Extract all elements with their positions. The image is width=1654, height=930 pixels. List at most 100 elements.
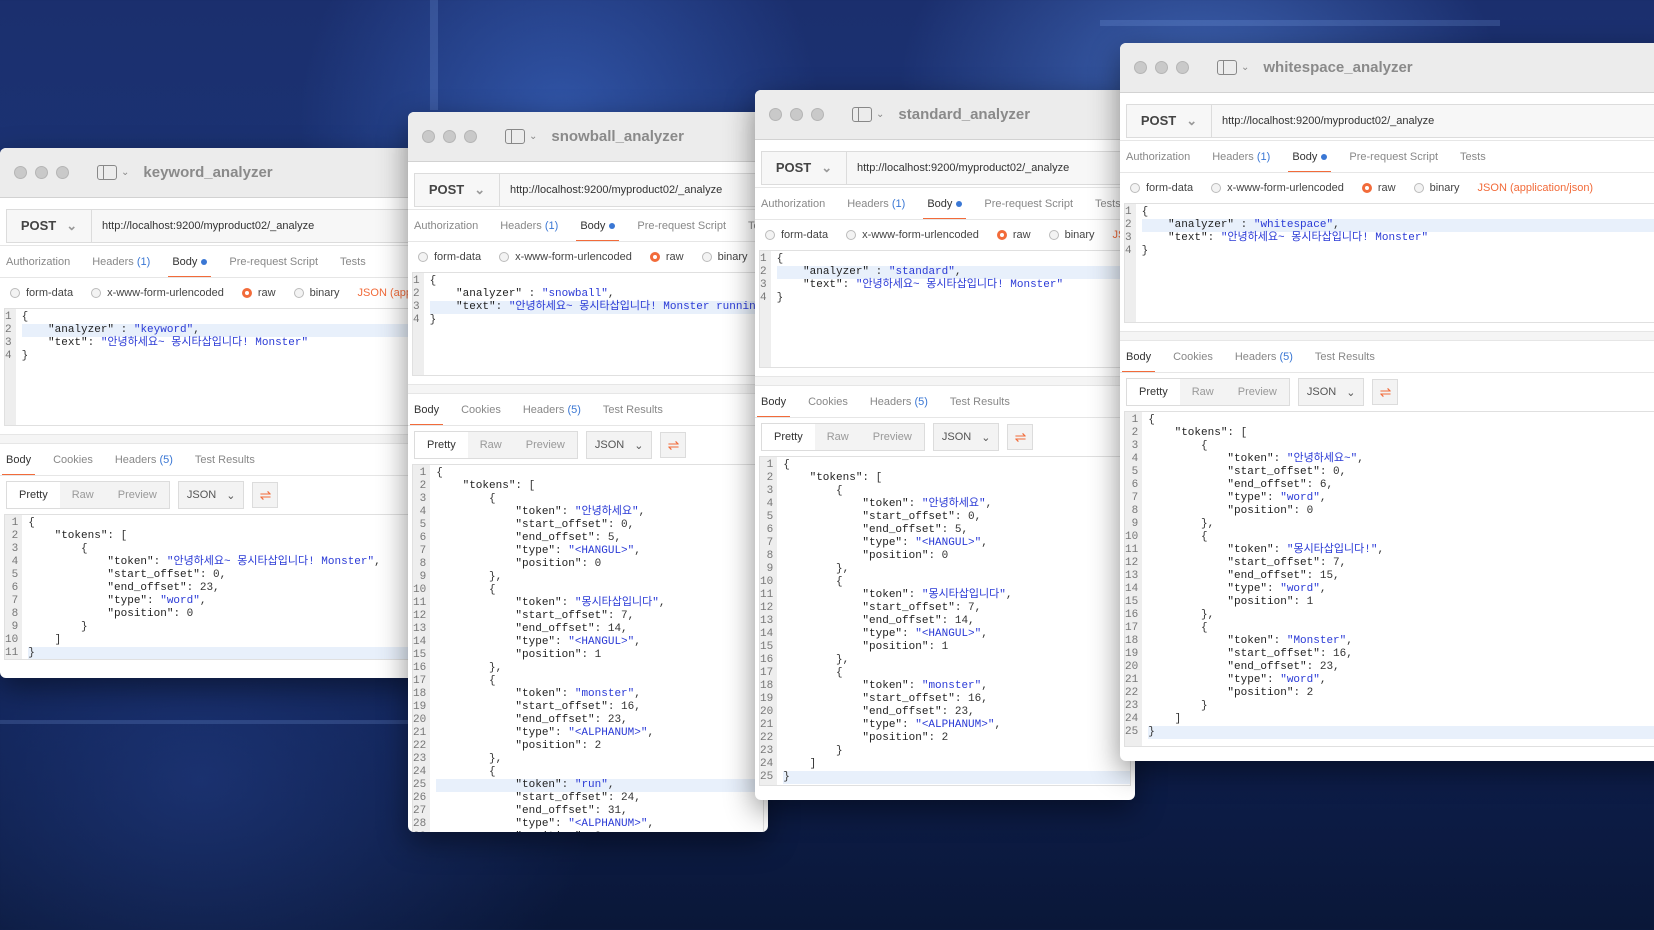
request-body-editor[interactable]: 1234 { "analyzer" : "whitespace", "text"… (1124, 203, 1654, 323)
tab-cookies[interactable]: Cookies (1173, 341, 1213, 372)
url-input[interactable]: http://localhost:9200/myproduct02/_analy… (500, 172, 762, 207)
response-body-viewer[interactable]: 1 2 3 4 5 6 7 8 9 10 11 { "tokens": [ { "token": "… (4, 514, 416, 660)
response-code[interactable]: { "tokens": [ { "token": "안녕하세요", "start… (777, 457, 1130, 785)
tab-body[interactable]: Body (576, 210, 620, 241)
radio-urlencoded[interactable]: x-www-form-urlencoded (1211, 182, 1344, 194)
view-pretty-button[interactable]: Pretty (7, 482, 60, 508)
tab-cookies[interactable]: Cookies (461, 394, 501, 425)
zoom-window-button[interactable] (464, 130, 477, 143)
pane-divider[interactable] (1120, 331, 1654, 341)
close-window-button[interactable] (1134, 61, 1147, 74)
response-code[interactable]: { "tokens": [ { "token": "안녕하세요", "start… (430, 465, 763, 832)
response-body-viewer[interactable]: 1 2 3 4 5 6 7 8 9 10 11 12 13 14 15 16 17 18 19 20 21 22 23 24 2… (759, 456, 1131, 786)
tab-headers[interactable]: Headers (1) (1212, 141, 1270, 172)
sidebar-toggle-icon[interactable] (852, 107, 872, 122)
view-preview-button[interactable]: Preview (106, 482, 169, 508)
pane-divider[interactable] (0, 434, 420, 444)
minimize-window-button[interactable] (1155, 61, 1168, 74)
method-select[interactable]: POST ⌄ (414, 172, 500, 207)
minimize-window-button[interactable] (790, 108, 803, 121)
sidebar-toggle-icon[interactable] (97, 165, 117, 180)
radio-form-data[interactable]: form-data (10, 287, 73, 299)
tab-authorization[interactable]: Authorization (414, 210, 478, 241)
tab-response-body[interactable]: Body (1, 444, 36, 475)
view-preview-button[interactable]: Preview (1226, 379, 1289, 405)
format-select[interactable]: JSON ⌄ (177, 481, 245, 509)
chevron-down-icon[interactable]: ⌄ (1241, 62, 1249, 73)
pane-divider[interactable] (755, 376, 1135, 386)
chevron-down-icon[interactable]: ⌄ (121, 167, 129, 178)
zoom-window-button[interactable] (1176, 61, 1189, 74)
format-select[interactable]: JSON ⌄ (1297, 378, 1365, 406)
view-preview-button[interactable]: Preview (514, 432, 577, 458)
tab-test-results[interactable]: Test Results (1315, 341, 1375, 372)
tab-body[interactable]: Body (168, 246, 212, 277)
tab-response-headers[interactable]: Headers (5) (870, 386, 928, 417)
request-code[interactable]: { "analyzer" : "standard", "text": "안녕하세… (771, 251, 1130, 367)
url-input[interactable]: http://localhost:9200/myproduct02/_analy… (847, 150, 1129, 185)
tab-response-body[interactable]: Body (1121, 341, 1156, 372)
method-select[interactable]: POST ⌄ (761, 150, 847, 185)
tab-authorization[interactable]: Authorization (1126, 141, 1190, 172)
tab-tests[interactable]: Tests (1095, 188, 1121, 219)
tab-pre-request-script[interactable]: Pre-request Script (984, 188, 1073, 219)
tab-pre-request-script[interactable]: Pre-request Script (637, 210, 726, 241)
radio-binary[interactable]: binary (1413, 182, 1460, 194)
view-raw-button[interactable]: Raw (60, 482, 106, 508)
response-body-viewer[interactable]: 1 2 3 4 5 6 7 8 9 10 11 12 13 14 15 16 17 18 19 20 21 22 23 24 2… (1124, 411, 1654, 747)
tab-pre-request-script[interactable]: Pre-request Script (229, 246, 318, 277)
request-body-editor[interactable]: 1234 { "analyzer" : "standard", "text": … (759, 250, 1131, 368)
chevron-down-icon[interactable]: ⌄ (529, 131, 537, 142)
tab-body[interactable]: Body (923, 188, 967, 219)
tab-pre-request-script[interactable]: Pre-request Script (1349, 141, 1438, 172)
wrap-lines-icon[interactable]: ⇌ (252, 482, 279, 508)
response-body-viewer[interactable]: 1 2 3 4 5 6 7 8 9 10 11 12 13 14 15 16 17 18 19 20 21 22 23 24 2… (412, 464, 764, 832)
tab-authorization[interactable]: Authorization (761, 188, 825, 219)
zoom-window-button[interactable] (811, 108, 824, 121)
zoom-window-button[interactable] (56, 166, 69, 179)
close-window-button[interactable] (422, 130, 435, 143)
content-type-select[interactable]: JSON (application/json) (1478, 182, 1594, 194)
url-input[interactable]: http://localhost:9200/myproduct02/_analy… (1212, 103, 1654, 138)
tab-tests[interactable]: Tests (1460, 141, 1486, 172)
tab-cookies[interactable]: Cookies (53, 444, 93, 475)
radio-raw[interactable]: raw (1361, 182, 1396, 194)
format-select[interactable]: JSON ⌄ (932, 423, 1000, 451)
close-window-button[interactable] (14, 166, 27, 179)
request-body-editor[interactable]: 1234 { "analyzer" : "keyword", "text": "… (4, 308, 416, 426)
tab-response-headers[interactable]: Headers (5) (115, 444, 173, 475)
tab-test-results[interactable]: Test Results (195, 444, 255, 475)
tab-cookies[interactable]: Cookies (808, 386, 848, 417)
sidebar-toggle-icon[interactable] (505, 129, 525, 144)
radio-binary[interactable]: binary (293, 287, 340, 299)
method-select[interactable]: POST ⌄ (6, 208, 92, 243)
radio-form-data[interactable]: form-data (1130, 182, 1193, 194)
tab-authorization[interactable]: Authorization (6, 246, 70, 277)
wrap-lines-icon[interactable]: ⇌ (660, 432, 687, 458)
tab-body[interactable]: Body (1288, 141, 1332, 172)
radio-binary[interactable]: binary (701, 251, 748, 263)
close-window-button[interactable] (769, 108, 782, 121)
radio-binary[interactable]: binary (1048, 229, 1095, 241)
view-pretty-button[interactable]: Pretty (1127, 379, 1180, 405)
view-pretty-button[interactable]: Pretty (415, 432, 468, 458)
response-code[interactable]: { "tokens": [ { "token": "안녕하세요~", "star… (1142, 412, 1654, 746)
radio-form-data[interactable]: form-data (418, 251, 481, 263)
request-code[interactable]: { "analyzer" : "whitespace", "text": "안녕… (1136, 204, 1654, 322)
request-body-editor[interactable]: 1234 { "analyzer" : "snowball", "text": … (412, 272, 764, 376)
response-code[interactable]: { "tokens": [ { "token": "안녕하세요~ 몽시타삽입니다… (22, 515, 415, 659)
radio-urlencoded[interactable]: x-www-form-urlencoded (846, 229, 979, 241)
url-input[interactable]: http://localhost:9200/myproduct02/_analy… (92, 208, 414, 243)
tab-response-body[interactable]: Body (756, 386, 791, 417)
view-raw-button[interactable]: Raw (1180, 379, 1226, 405)
view-raw-button[interactable]: Raw (815, 424, 861, 450)
radio-urlencoded[interactable]: x-www-form-urlencoded (499, 251, 632, 263)
tab-tests[interactable]: Tests (340, 246, 366, 277)
tab-test-results[interactable]: Test Results (603, 394, 663, 425)
chevron-down-icon[interactable]: ⌄ (876, 109, 884, 120)
request-code[interactable]: { "analyzer" : "snowball", "text": "안녕하세… (424, 273, 763, 375)
tab-headers[interactable]: Headers (1) (92, 246, 150, 277)
radio-raw[interactable]: raw (649, 251, 684, 263)
radio-urlencoded[interactable]: x-www-form-urlencoded (91, 287, 224, 299)
tab-response-headers[interactable]: Headers (5) (1235, 341, 1293, 372)
